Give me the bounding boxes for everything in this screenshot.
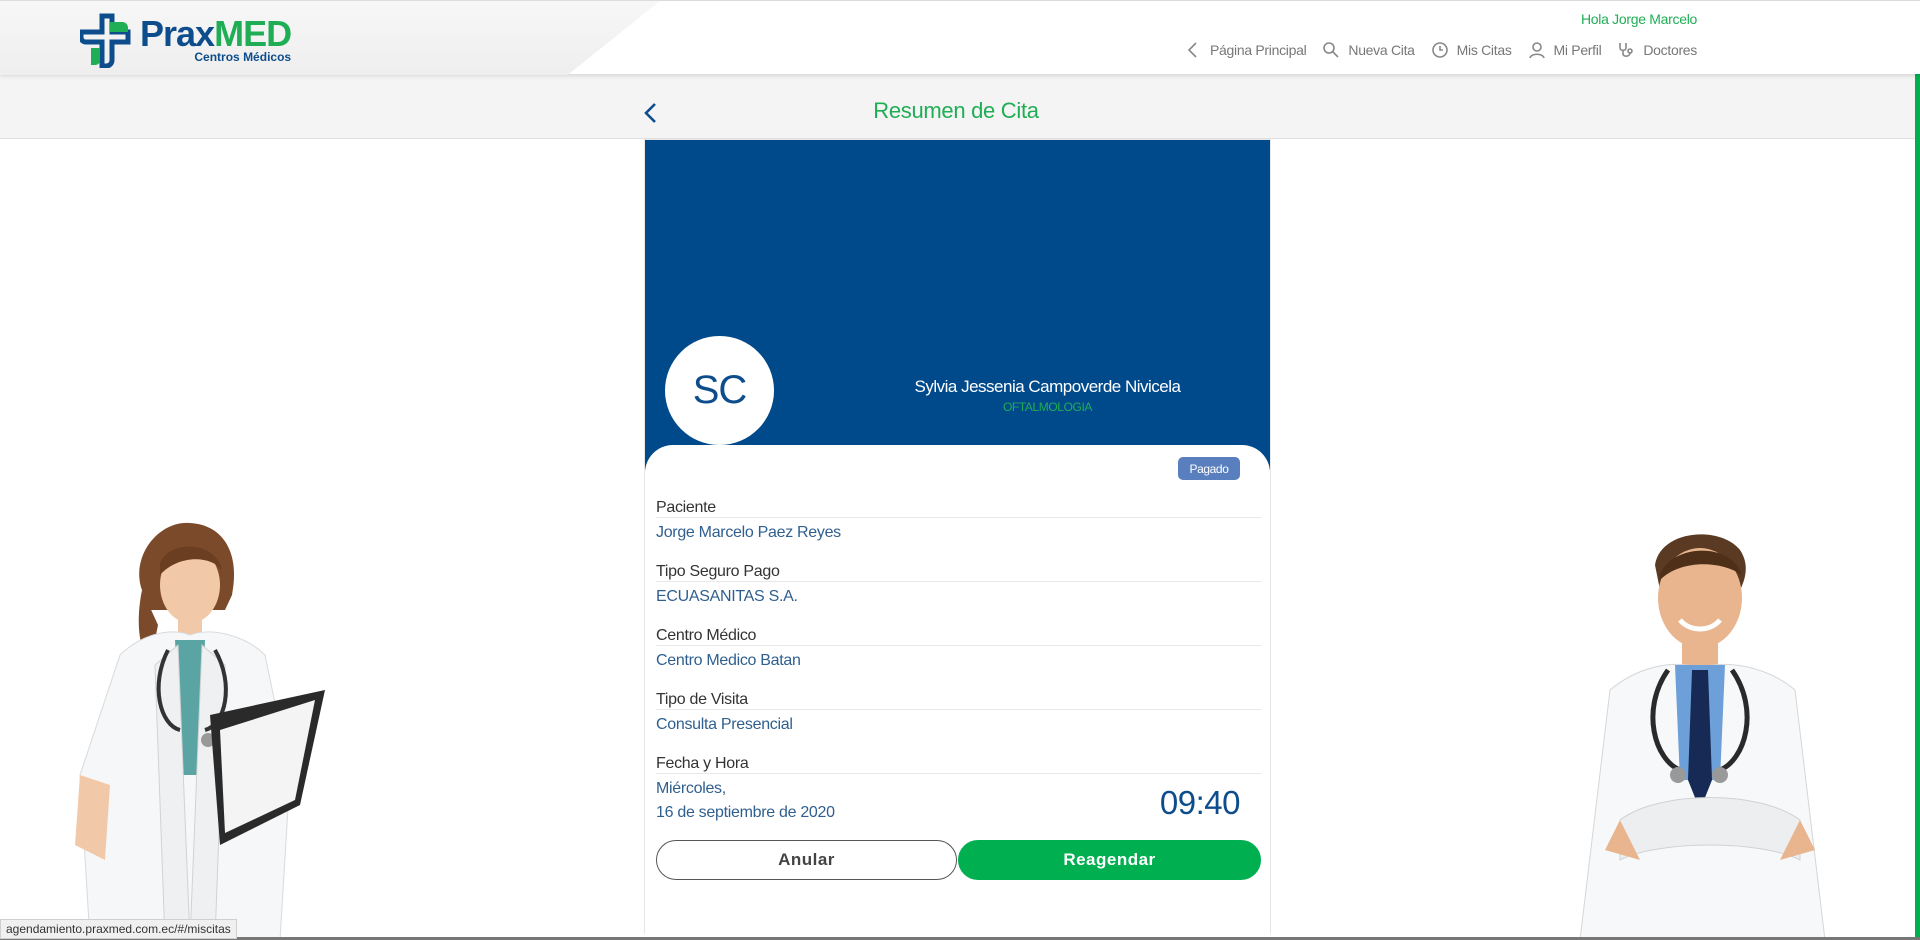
field-label: Paciente	[656, 498, 1261, 518]
brand-med: MED	[214, 13, 292, 54]
brand-subtitle: Centros Médicos	[194, 50, 292, 64]
field-value: Jorge Marcelo Paez Reyes	[656, 524, 841, 541]
doctor-specialty: OFTALMOLOGIA	[1003, 400, 1092, 414]
stethoscope-icon	[1619, 43, 1634, 57]
appointment-time: 09:40	[1159, 784, 1241, 821]
nav-label: Doctores	[1643, 42, 1697, 58]
female-doctor-image	[50, 515, 350, 940]
field-label: Tipo Seguro Pago	[656, 562, 1261, 582]
field-tipo-visita: Tipo de Visita Consulta Presencial	[656, 690, 1261, 735]
field-value: Centro Medico Batan	[656, 652, 801, 669]
nav-nueva-cita[interactable]: Nueva Cita	[1322, 41, 1415, 59]
praxmed-logo[interactable]: PraxMED Centros Médicos	[78, 11, 292, 69]
field-label: Fecha y Hora	[656, 754, 1261, 774]
status-badge: Pagado	[1178, 457, 1240, 480]
user-icon	[1528, 42, 1545, 59]
nav-pagina-principal[interactable]: Página Principal	[1184, 41, 1307, 59]
nav-mis-citas[interactable]: Mis Citas	[1431, 41, 1512, 59]
user-greeting[interactable]: Hola Jorge Marcelo	[1581, 11, 1697, 27]
reschedule-button[interactable]: Reagendar	[958, 840, 1261, 880]
field-label: Tipo de Visita	[656, 690, 1261, 710]
field-tipo-seguro: Tipo Seguro Pago ECUASANITAS S.A.	[656, 562, 1261, 607]
nav-label: Mi Perfil	[1553, 42, 1602, 58]
field-centro-medico: Centro Médico Centro Medico Batan	[656, 626, 1261, 671]
window-edge-accent	[1915, 0, 1920, 940]
doctor-name: Sylvia Jessenia Campoverde Nivicela	[914, 377, 1181, 396]
page-title: Resumen de Cita	[873, 98, 1039, 123]
nav-label: Nueva Cita	[1348, 42, 1415, 58]
field-paciente: Paciente Jorge Marcelo Paez Reyes	[656, 498, 1261, 543]
nav-mi-perfil[interactable]: Mi Perfil	[1528, 41, 1602, 59]
medical-cross-logo-icon	[78, 12, 136, 69]
male-doctor-image	[1560, 520, 1860, 940]
chevron-left-icon	[1187, 42, 1197, 58]
field-value: ECUASANITAS S.A.	[656, 588, 798, 605]
top-header: PraxMED Centros Médicos Hola Jorge Marce…	[0, 0, 1920, 75]
brand-prax: Prax	[140, 13, 215, 54]
appointment-card: SC Sylvia Jessenia Campoverde Nivicela O…	[644, 139, 1271, 934]
nav-doctores[interactable]: Doctores	[1617, 41, 1697, 59]
nav-label: Mis Citas	[1456, 42, 1512, 58]
field-value: Consulta Presencial	[656, 716, 793, 733]
field-label: Centro Médico	[656, 626, 1261, 646]
clock-icon	[1431, 42, 1448, 58]
doctor-avatar: SC	[665, 336, 774, 445]
nav-label: Página Principal	[1210, 42, 1307, 58]
status-bar-url: agendamiento.praxmed.com.ec/#/miscitas	[0, 919, 237, 939]
brand-name: PraxMED	[140, 13, 292, 54]
search-icon	[1323, 42, 1339, 58]
cancel-button[interactable]: Anular	[656, 840, 957, 880]
main-nav: Página Principal Nueva Cita Mis Citas Mi…	[1184, 41, 1697, 59]
